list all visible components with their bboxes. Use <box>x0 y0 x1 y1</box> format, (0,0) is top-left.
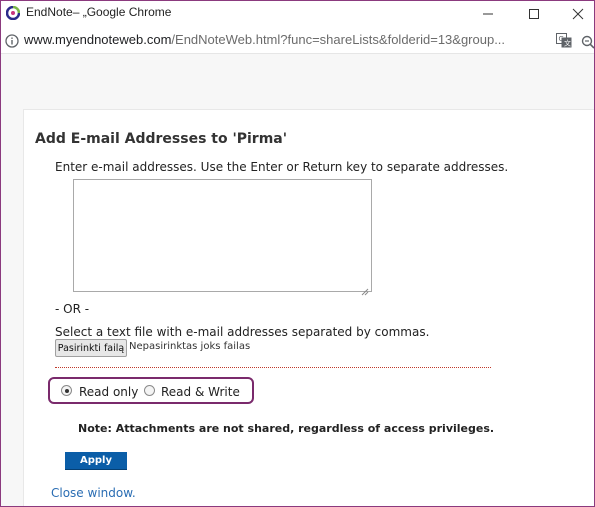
maximize-button[interactable] <box>511 1 557 27</box>
email-addresses-input[interactable] <box>73 179 372 292</box>
translate-icon[interactable]: G 文 <box>556 33 572 48</box>
title-bar: EndNote– „Google Chrome <box>1 1 594 27</box>
file-status-text: Nepasirinktas joks failas <box>129 341 251 352</box>
minimize-icon <box>483 13 493 15</box>
divider <box>55 367 491 368</box>
share-dialog-panel: Add E-mail Addresses to 'Pirma' Enter e-… <box>23 109 594 506</box>
url-domain: www.myendnoteweb.com <box>24 32 172 47</box>
endnote-logo-icon <box>5 5 21 21</box>
close-button[interactable] <box>555 1 594 27</box>
page-title: Add E-mail Addresses to 'Pirma' <box>35 131 288 147</box>
read-only-radio[interactable] <box>61 385 72 396</box>
browser-popup-window: EndNote– „Google Chrome www.myendnoteweb… <box>0 0 595 507</box>
attachments-note: Note: Attachments are not shared, regard… <box>78 422 495 435</box>
maximize-icon <box>529 9 539 19</box>
resize-grip-icon[interactable] <box>361 281 369 296</box>
choose-file-button[interactable]: Pasirinkti failą <box>55 339 127 357</box>
file-instructions: Select a text file with e-mail addresses… <box>55 325 430 339</box>
url-path: /EndNoteWeb.html?func=shareLists&folderi… <box>171 32 506 47</box>
apply-button[interactable]: Apply <box>65 452 127 470</box>
email-instructions: Enter e-mail addresses. Use the Enter or… <box>55 160 509 174</box>
close-icon <box>572 8 584 20</box>
read-write-radio[interactable] <box>144 385 155 396</box>
url-text[interactable]: www.myendnoteweb.com/EndNoteWeb.html?fun… <box>24 32 544 47</box>
zoom-icon[interactable] <box>581 34 594 49</box>
info-icon[interactable] <box>5 33 19 48</box>
svg-text:文: 文 <box>564 39 571 48</box>
or-separator: - OR - <box>55 302 90 316</box>
window-title: EndNote– „Google Chrome <box>26 5 172 19</box>
minimize-button[interactable] <box>465 1 511 27</box>
read-only-label[interactable]: Read only <box>79 385 138 399</box>
read-write-label[interactable]: Read & Write <box>161 385 240 399</box>
close-window-link[interactable]: Close window. <box>51 486 136 500</box>
address-bar[interactable]: www.myendnoteweb.com/EndNoteWeb.html?fun… <box>1 28 594 54</box>
page-content: Add E-mail Addresses to 'Pirma' Enter e-… <box>1 54 594 506</box>
